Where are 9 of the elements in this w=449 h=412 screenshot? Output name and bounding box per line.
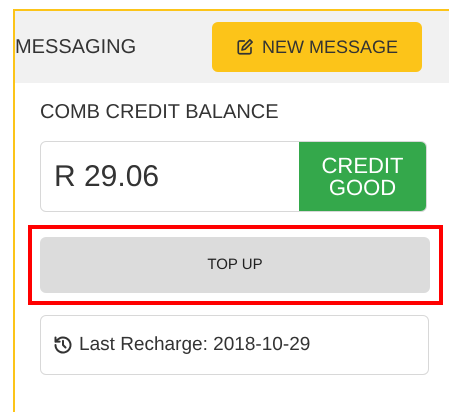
credit-status-badge: CREDIT GOOD xyxy=(299,142,426,211)
section-title: MESSAGING xyxy=(15,35,138,60)
last-recharge-text: Last Recharge: 2018-10-29 xyxy=(79,332,310,357)
history-icon xyxy=(53,335,73,355)
top-up-button[interactable]: TOP UP xyxy=(40,237,430,293)
new-message-button[interactable]: NEW MESSAGE xyxy=(212,22,422,72)
balance-heading: COMB CREDIT BALANCE xyxy=(40,100,280,124)
balance-amount: R 29.06 xyxy=(54,159,160,195)
edit-icon xyxy=(236,38,254,56)
